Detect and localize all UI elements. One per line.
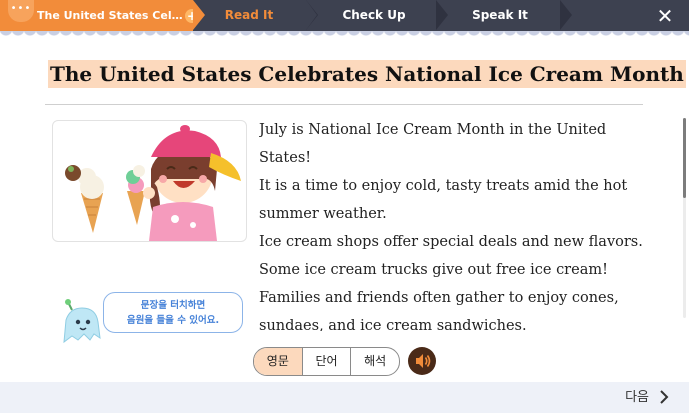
sentence-line[interactable]: It is a time to enjoy cold, tasty treats… (259, 172, 649, 200)
step-check-up[interactable]: Check Up (322, 0, 426, 31)
hint-line-1: 문장을 터치하면 (140, 300, 206, 311)
mode-word-button[interactable]: 단어 (303, 348, 352, 375)
sentence-line[interactable]: Families and friends often gather to enj… (259, 284, 649, 312)
step-bar: ••• The United States Celebrate… + Read … (0, 0, 689, 31)
step-read-it[interactable]: Read It (205, 0, 293, 31)
mode-english-button[interactable]: 영문 (254, 348, 303, 375)
article-text: July is National Ice Cream Month in the … (259, 116, 649, 331)
chevron-separator-icon (560, 0, 572, 30)
sentence-line[interactable]: July is National Ice Cream Month in the … (259, 116, 649, 144)
close-button[interactable]: ✕ (653, 4, 677, 28)
step-speak-it[interactable]: Speak It (450, 0, 550, 31)
header-wave-border (0, 31, 689, 39)
step-active-title[interactable]: ••• The United States Celebrate… (0, 0, 193, 31)
sentence-line[interactable]: summer weather. (259, 200, 649, 228)
chevron-separator-icon (436, 0, 448, 30)
chevron-separator-icon (306, 0, 317, 30)
article-title: The United States Celebrates National Ic… (48, 60, 686, 88)
ghost-mascot-icon (58, 298, 106, 346)
scrollbar-thumb[interactable] (683, 118, 686, 198)
mode-translation-button[interactable]: 해석 (351, 348, 399, 375)
sentence-line[interactable]: States! (259, 144, 649, 172)
active-step-label: The United States Celebrate… (37, 9, 189, 22)
drawer-handle-icon[interactable]: ••• (8, 0, 34, 22)
display-mode-toggle: 영문 단어 해석 (253, 347, 400, 376)
footer-bar: 다음 (0, 382, 689, 413)
speaker-icon[interactable] (408, 347, 436, 375)
hint-line-2: 음원을 들을 수 있어요. (126, 315, 220, 326)
girl-eating-ice-cream-illustration (52, 120, 247, 242)
sentence-line[interactable]: Some ice cream trucks give out free ice … (259, 256, 649, 284)
chevron-right-icon[interactable] (655, 388, 673, 406)
title-divider (45, 104, 643, 105)
chevron-separator-icon (193, 0, 205, 30)
sentence-line[interactable]: Ice cream shops offer special deals and … (259, 228, 649, 256)
sentence-line[interactable]: sundaes, and ice cream sandwiches. (259, 312, 649, 331)
next-button[interactable]: 다음 (625, 382, 649, 413)
touch-hint-bubble: 문장을 터치하면 음원을 들을 수 있어요. (103, 292, 243, 333)
